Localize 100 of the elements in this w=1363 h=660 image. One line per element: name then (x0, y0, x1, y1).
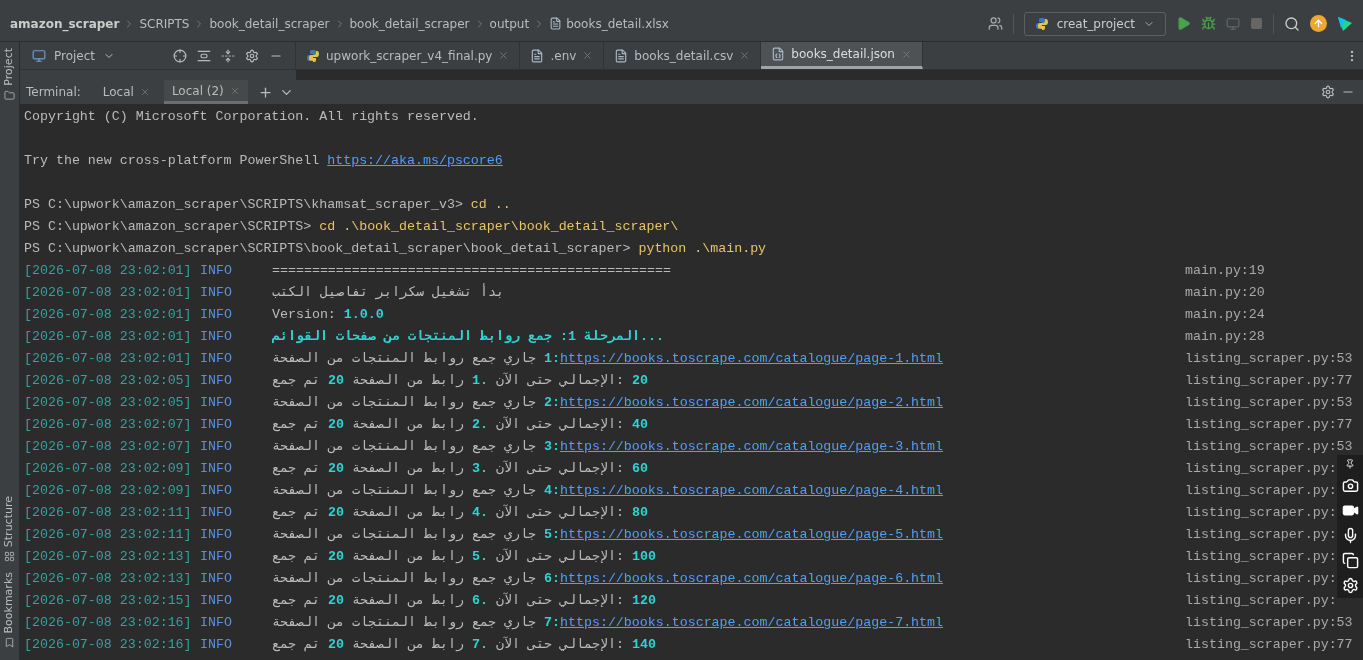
pin-icon[interactable] (1345, 459, 1355, 469)
side-tab[interactable]: Structure (1, 495, 18, 547)
breadcrumb[interactable]: book_detail_scraper (349, 14, 470, 33)
log-text: 2: (544, 394, 560, 412)
expand-icon[interactable] (197, 48, 211, 63)
run-config-dropdown[interactable]: creat_project (1023, 11, 1166, 36)
source-location[interactable]: listing_scraper.py:53 (1185, 348, 1353, 370)
log-level: INFO (200, 460, 233, 478)
log-level: INFO (200, 438, 233, 456)
log-text: رابط من الصفحة (350, 636, 465, 654)
log-text: 80 (631, 504, 648, 522)
source-location[interactable]: listing_scraper.py: (1185, 546, 1337, 568)
terminal-tab[interactable]: Local (94, 80, 158, 104)
python-icon (1034, 16, 1049, 31)
source-location[interactable]: main.py:20 (1185, 282, 1265, 304)
link[interactable]: https://books.toscrape.com/catalogue/page-4.html (560, 480, 944, 502)
log-text: 100 (631, 548, 656, 566)
add-icon[interactable] (257, 84, 273, 100)
log-text: Version: (272, 306, 337, 324)
source-location[interactable]: listing_scraper.py:53 (1185, 436, 1353, 458)
log-timestamp: [2026-07-08 23:02:16] (24, 614, 193, 632)
log-text: جاري جمع روابط المنتجات من الصفحة (272, 614, 538, 632)
debug-icon[interactable] (1201, 16, 1216, 31)
side-tab[interactable]: Bookmarks (1, 571, 18, 634)
log-text: تم جمع (272, 592, 321, 610)
user-icon[interactable] (987, 16, 1003, 31)
breadcrumb[interactable]: output (489, 14, 530, 33)
window-icon[interactable] (1341, 552, 1359, 569)
log-text: 7: (544, 614, 560, 632)
log-text: رابط من الصفحة (350, 460, 465, 478)
source-location[interactable]: listing_scraper.py:77 (1185, 414, 1353, 436)
log-level: INFO (200, 526, 233, 544)
panel-icon (32, 48, 46, 63)
source-location[interactable]: main.py:28 (1185, 326, 1265, 348)
link[interactable]: https://books.toscrape.com/catalogue/page-3.html (560, 436, 944, 458)
source-location[interactable]: listing_scraper.py: (1185, 480, 1337, 502)
search-icon[interactable] (1284, 15, 1300, 32)
link[interactable]: https://books.toscrape.com/catalogue/page-1.html (560, 348, 944, 370)
link[interactable]: https://books.toscrape.com/catalogue/page-2.html (560, 392, 944, 414)
log-text: 60 (631, 460, 648, 478)
log-timestamp: [2026-07-08 23:02:01] (24, 284, 193, 302)
log-timestamp: [2026-07-08 23:02:13] (24, 570, 193, 588)
locate-icon[interactable] (173, 48, 187, 63)
log-text: جاري جمع روابط المنتجات من الصفحة (272, 526, 538, 544)
log-text: جاري جمع روابط المنتجات من الصفحة (272, 394, 538, 412)
source-location[interactable]: main.py:19 (1185, 260, 1265, 282)
file-icon (614, 48, 629, 63)
log-text: 2. (471, 416, 488, 434)
source-location[interactable]: listing_scraper.py:53 (1185, 612, 1353, 634)
log-level: INFO (200, 570, 233, 588)
source-location[interactable]: listing_scraper.py: (1185, 568, 1337, 590)
source-location[interactable]: listing_scraper.py: (1185, 524, 1337, 546)
log-level: INFO (200, 416, 233, 434)
collapse-icon[interactable] (221, 48, 235, 63)
source-location[interactable]: listing_scraper.py: (1185, 590, 1337, 612)
log-level: INFO (200, 636, 233, 654)
log-text: المرحلة 1: جمع روابط المنتجات من صفحات القوائم... (272, 328, 664, 346)
breadcrumb[interactable]: books_detail.xlsx (566, 14, 669, 33)
file-icon (771, 47, 786, 61)
log-text: 20 (328, 636, 344, 654)
terminal-tab[interactable]: Local (2) (163, 80, 248, 104)
link[interactable]: https://aka.ms/pscore6 (327, 150, 503, 172)
camera-icon[interactable] (1341, 477, 1359, 494)
breadcrumb[interactable]: SCRIPTS (139, 14, 190, 33)
log-text: الإجمالي حتى الآن: (494, 635, 625, 654)
log-timestamp: [2026-07-08 23:02:01] (24, 306, 193, 324)
log-text: 20 (631, 372, 648, 390)
source-location[interactable]: listing_scraper.py:77 (1185, 634, 1353, 656)
editor-tab[interactable]: books_detail.json (761, 42, 923, 69)
log-text: رابط من الصفحة (350, 504, 465, 522)
source-location[interactable]: listing_scraper.py:77 (1185, 370, 1353, 392)
side-tab[interactable]: Project (1, 48, 18, 86)
editor-tab[interactable]: .env (520, 42, 605, 69)
logo-icon[interactable] (1337, 15, 1353, 32)
log-timestamp: [2026-07-08 23:02:09] (24, 460, 193, 478)
run-icon[interactable] (1176, 16, 1191, 31)
breadcrumb[interactable]: amazon_scraper (10, 14, 120, 33)
source-location[interactable]: listing_scraper.py:53 (1185, 392, 1353, 414)
python-icon (306, 48, 320, 63)
source-location[interactable]: listing_scraper.py: (1185, 458, 1337, 480)
log-timestamp: [2026-07-08 23:02:01] (24, 328, 193, 346)
breadcrumb[interactable]: book_detail_scraper (209, 14, 330, 33)
log-level: INFO (200, 306, 233, 324)
link[interactable]: https://books.toscrape.com/catalogue/page-7.html (560, 612, 944, 634)
source-location[interactable]: main.py:24 (1185, 304, 1265, 326)
command-text: cd .\book_detail_scraper\book_detail_scraper\ (319, 218, 679, 236)
log-text: 120 (631, 592, 656, 610)
log-timestamp: [2026-07-08 23:02:05] (24, 372, 193, 390)
log-text: بدأ تشغيل سكرابر تفاصيل الكتب (272, 282, 505, 302)
update-icon[interactable] (1310, 15, 1327, 32)
link[interactable]: https://books.toscrape.com/catalogue/page-5.html (560, 524, 944, 546)
link[interactable]: https://books.toscrape.com/catalogue/page-6.html (560, 568, 944, 590)
log-text: 3: (544, 438, 560, 456)
log-text: رابط من الصفحة (350, 372, 465, 390)
log-text: PS C:\upwork\amazon_scraper\SCRIPTS> (24, 218, 313, 236)
log-text: 6: (544, 570, 560, 588)
command-text: cd .. (470, 196, 511, 214)
source-location[interactable]: listing_scraper.py: (1185, 502, 1337, 524)
editor-tab[interactable]: upwork_scraper_v4_final.py (296, 42, 521, 69)
panel-title[interactable]: Project (54, 46, 96, 65)
